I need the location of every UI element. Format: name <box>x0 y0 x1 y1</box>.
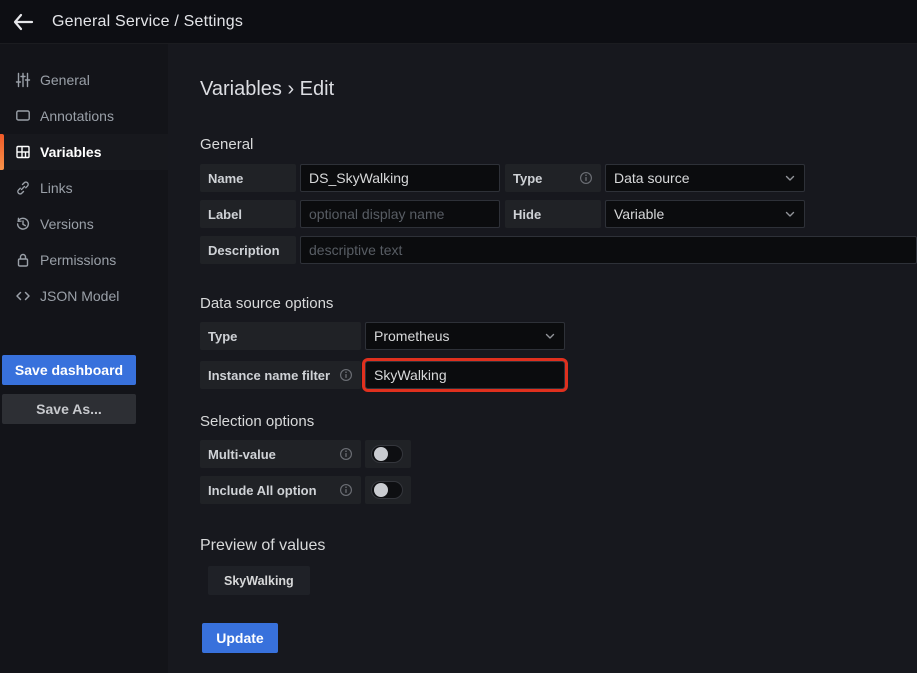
back-button[interactable] <box>0 0 46 44</box>
preview-value-chip: SkyWalking <box>208 566 310 595</box>
top-bar: General Service / Settings <box>0 0 917 44</box>
include-all-toggle[interactable] <box>365 476 411 504</box>
page-title: Variables › Edit <box>200 78 334 101</box>
sidebar-item-annotations[interactable]: Annotations <box>0 98 168 134</box>
ds-type-field-label: Type <box>200 322 361 350</box>
general-section-heading: General <box>200 136 253 153</box>
type-select[interactable]: Data source <box>605 164 805 192</box>
settings-sidebar: General Annotations <box>0 44 168 673</box>
arrow-left-icon <box>12 13 34 31</box>
hide-select[interactable]: Variable <box>605 200 805 228</box>
multi-value-toggle[interactable] <box>365 440 411 468</box>
description-input[interactable] <box>300 236 917 264</box>
page-breadcrumb-title: General Service / Settings <box>52 13 243 31</box>
name-field-label: Name <box>200 164 296 192</box>
sidebar-item-permissions[interactable]: Permissions <box>0 242 168 278</box>
link-icon <box>13 180 33 196</box>
label-input[interactable] <box>300 200 500 228</box>
chevron-down-icon <box>784 172 796 184</box>
sidebar-item-label: General <box>40 72 90 88</box>
info-icon[interactable] <box>339 368 353 382</box>
toggle-knob <box>374 447 388 461</box>
label-field-label: Label <box>200 200 296 228</box>
save-dashboard-button[interactable]: Save dashboard <box>2 355 136 385</box>
include-all-label: Include All option <box>200 476 361 504</box>
ds-type-select[interactable]: Prometheus <box>365 322 565 350</box>
grafana-settings-screen: General Service / Settings General Ann <box>0 0 917 673</box>
sidebar-item-label: Variables <box>40 144 102 160</box>
sidebar-item-versions[interactable]: Versions <box>0 206 168 242</box>
instance-name-filter-input[interactable] <box>365 361 565 389</box>
history-icon <box>13 216 33 232</box>
instance-name-filter-label: Instance name filter <box>200 361 361 389</box>
description-field-label: Description <box>200 236 296 264</box>
grid-icon <box>13 144 33 160</box>
sidebar-item-label: JSON Model <box>40 288 119 304</box>
sidebar-item-variables[interactable]: Variables <box>0 134 168 170</box>
info-icon[interactable] <box>339 447 353 461</box>
sidebar-item-label: Annotations <box>40 108 114 124</box>
chevron-down-icon <box>784 208 796 220</box>
comment-icon <box>13 108 33 124</box>
save-as-button[interactable]: Save As... <box>2 394 136 424</box>
datasource-section-heading: Data source options <box>200 295 333 312</box>
preview-section-heading: Preview of values <box>200 537 325 555</box>
sidebar-item-label: Versions <box>40 216 94 232</box>
toggle-track <box>371 445 403 463</box>
type-field-label: Type <box>505 164 601 192</box>
chevron-down-icon <box>544 330 556 342</box>
hide-field-label: Hide <box>505 200 601 228</box>
sidebar-item-general[interactable]: General <box>0 62 168 98</box>
info-icon[interactable] <box>339 483 353 497</box>
sidebar-item-label: Links <box>40 180 73 196</box>
lock-icon <box>13 252 33 268</box>
multi-value-label: Multi-value <box>200 440 361 468</box>
info-icon[interactable] <box>579 171 593 185</box>
active-item-accent-bar <box>0 134 4 170</box>
sidebar-item-label: Permissions <box>40 252 116 268</box>
sidebar-item-json-model[interactable]: JSON Model <box>0 278 168 314</box>
sidebar-item-links[interactable]: Links <box>0 170 168 206</box>
name-input[interactable] <box>300 164 500 192</box>
update-button[interactable]: Update <box>202 623 278 653</box>
toggle-knob <box>374 483 388 497</box>
selection-section-heading: Selection options <box>200 413 314 430</box>
code-icon <box>13 288 33 304</box>
toggle-track <box>371 481 403 499</box>
sliders-icon <box>13 72 33 88</box>
